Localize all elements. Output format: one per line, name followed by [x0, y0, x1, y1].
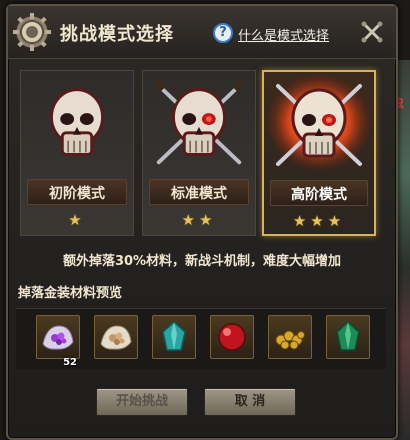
red-orb-icon[interactable]	[210, 315, 254, 359]
mode-label: 高阶模式	[291, 187, 347, 203]
difficulty-stars: ★	[68, 211, 86, 229]
dialog-header: 挑战模式选择 ? 什么是模式选择	[8, 6, 396, 59]
start-challenge-button[interactable]: 开始挑战	[96, 388, 188, 416]
green-crystal-graphic	[336, 320, 360, 351]
mode-label: 初阶模式	[49, 186, 105, 202]
purple-ore-pouch-icon[interactable]: 52	[36, 315, 80, 368]
close-icon[interactable]	[360, 20, 384, 44]
tan-ore-pouch-graphic	[100, 325, 132, 350]
purple-ore-pouch-graphic	[42, 325, 74, 350]
gold-nuggets-graphic	[275, 330, 305, 350]
help-link[interactable]: 什么是模式选择	[238, 25, 329, 44]
red-orb-graphic	[218, 323, 246, 351]
drop-preview-list: 52	[16, 308, 386, 369]
gear-icon	[13, 13, 51, 51]
mode-label: 标准模式	[171, 186, 227, 202]
gold-nuggets-icon[interactable]	[268, 315, 312, 359]
tan-ore-pouch-icon[interactable]	[94, 315, 138, 359]
drop-preview-title: 掉落金装材料预览	[18, 286, 123, 301]
mode-card-advanced[interactable]: 高阶模式 ★★★	[262, 70, 376, 236]
skull-crossed-swords-icon	[153, 79, 245, 165]
dialog-title: 挑战模式选择	[60, 24, 174, 45]
teal-crystal-graphic	[162, 320, 186, 351]
help-icon[interactable]: ?	[213, 23, 233, 43]
skull-icon	[49, 88, 105, 156]
mode-card-beginner[interactable]: 初阶模式 ★	[20, 70, 134, 236]
mode-options: 初阶模式 ★ 标准模式 ★★ 高阶模式 ★★★	[18, 70, 388, 238]
mode-select-dialog: 挑战模式选择 ? 什么是模式选择 初阶模式 ★ 标准模式 ★★ 高阶模式 ★★★…	[6, 4, 398, 440]
mode-description: 额外掉落30%材料，新战斗机制，难度大幅增加	[62, 254, 342, 269]
mode-card-standard[interactable]: 标准模式 ★★	[142, 70, 256, 236]
teal-crystal-icon[interactable]	[152, 315, 196, 359]
flaming-skull-icon	[267, 74, 371, 170]
item-count: 52	[63, 357, 77, 368]
cancel-button[interactable]: 取 消	[204, 388, 296, 416]
difficulty-stars: ★★★	[292, 212, 346, 230]
green-crystal-icon[interactable]	[326, 315, 370, 359]
difficulty-stars: ★★	[181, 211, 217, 229]
